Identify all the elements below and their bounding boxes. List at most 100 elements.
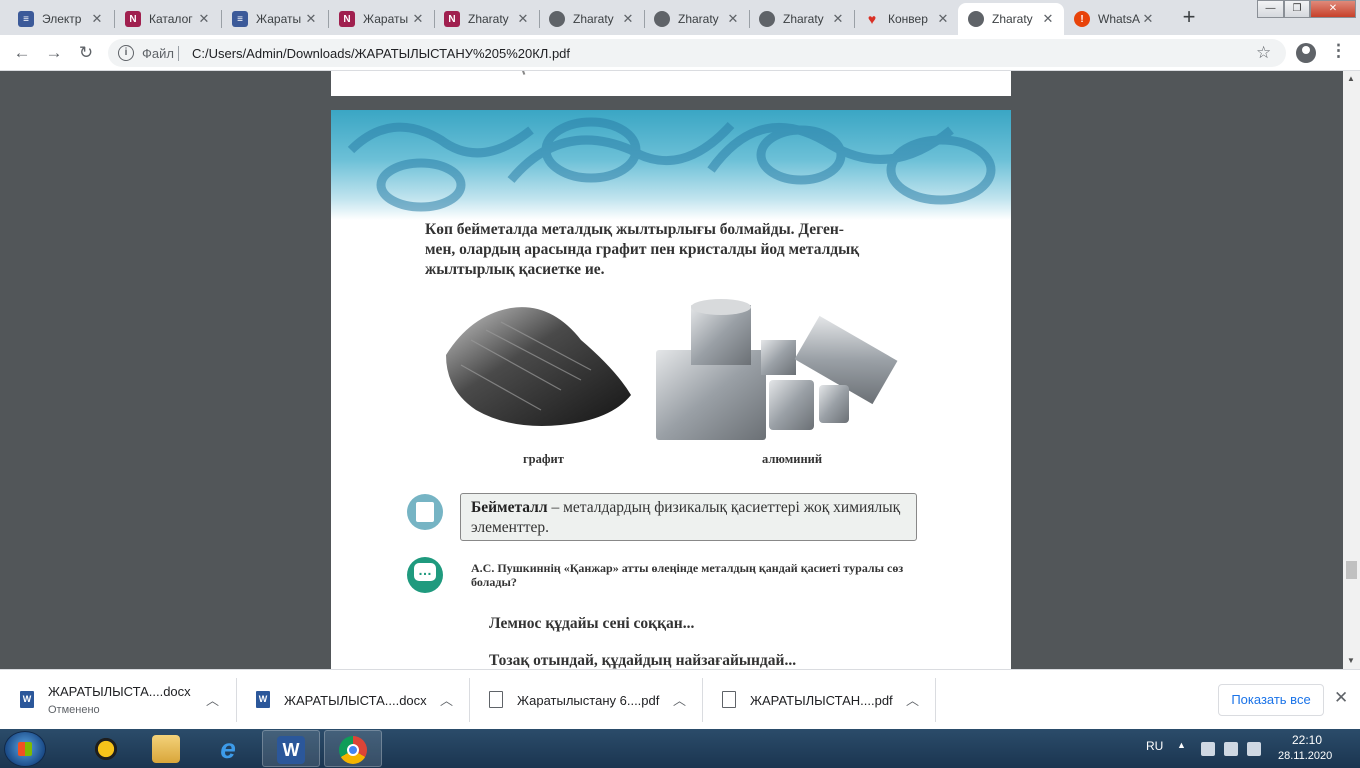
tab-title: Zharaty (678, 12, 719, 26)
chevron-up-icon[interactable]: ︿ (673, 690, 686, 709)
tab-5[interactable]: Zharaty ✕ (539, 3, 644, 35)
taskbar-app-word[interactable]: W (262, 730, 320, 767)
close-icon[interactable]: ✕ (1334, 688, 1348, 708)
page-banner-image (331, 110, 1011, 220)
profile-icon[interactable] (1296, 43, 1316, 63)
tab-4[interactable]: N Zharaty ✕ (434, 3, 539, 35)
clock-date[interactable]: 28.11.2020 (1278, 750, 1332, 762)
volume-icon[interactable] (1247, 742, 1261, 756)
tab-title: Жараты (256, 12, 302, 26)
chevron-up-icon[interactable]: ︿ (206, 690, 219, 709)
windows-taskbar: e W RU ▲ 22:10 28.11.2020 (0, 729, 1360, 768)
word-icon: W (277, 736, 305, 764)
scroll-up-icon[interactable]: ▲ (1347, 74, 1355, 83)
new-tab-button[interactable]: + (1176, 5, 1202, 31)
tab-title: Zharaty (468, 12, 509, 26)
vertical-scrollbar[interactable]: ▲ ▼ (1343, 71, 1360, 669)
close-icon[interactable]: ✕ (620, 11, 636, 27)
close-icon[interactable]: ✕ (89, 11, 105, 27)
browser-toolbar: ← → ↻ i Файл C:/Users/Admin/Downloads/ЖА… (0, 35, 1360, 71)
file-icon (489, 691, 503, 708)
tab-7[interactable]: Zharaty ✕ (749, 3, 854, 35)
tab-1[interactable]: N Каталог ✕ (115, 3, 220, 35)
address-bar[interactable]: i Файл C:/Users/Admin/Downloads/ЖАРАТЫЛЫ… (108, 39, 1286, 67)
menu-icon[interactable]: ⋮ (1330, 41, 1347, 61)
close-icon[interactable]: ✕ (196, 11, 212, 27)
chat-bubble-icon (407, 557, 443, 593)
minimize-button[interactable]: — (1257, 0, 1284, 18)
window-close-button[interactable]: ✕ (1310, 0, 1356, 18)
close-icon[interactable]: ✕ (303, 11, 319, 27)
file-icon (722, 691, 736, 708)
graphite-image (441, 300, 636, 435)
close-icon[interactable]: ✕ (515, 11, 531, 27)
network-icon[interactable] (1224, 742, 1238, 756)
alert-icon: ! (1074, 11, 1090, 27)
chevron-up-icon[interactable]: ︿ (440, 690, 453, 709)
tray-expand-icon[interactable]: ▲ (1177, 740, 1186, 750)
clock-time[interactable]: 22:10 (1292, 733, 1322, 747)
word-icon: W (20, 691, 34, 708)
tab-3[interactable]: N Жараты ✕ (329, 3, 434, 35)
tab-title: Жараты (363, 12, 409, 26)
taskbar-app-chrome[interactable] (324, 730, 382, 767)
url-text[interactable]: C:/Users/Admin/Downloads/ЖАРАТЫЛЫСТАНУ%2… (192, 46, 570, 61)
tab-9-active[interactable]: Zharaty ✕ (958, 3, 1064, 35)
tab-10[interactable]: ! WhatsA ✕ (1064, 3, 1164, 35)
taskbar-app[interactable]: e (200, 730, 258, 767)
library-icon: N (339, 11, 355, 27)
globe-icon (654, 11, 670, 27)
close-icon[interactable]: ✕ (1040, 11, 1056, 27)
book-icon: ≡ (18, 11, 34, 27)
maximize-button[interactable]: ❐ (1284, 0, 1310, 18)
forward-arrow-icon[interactable]: → (42, 41, 66, 65)
star-icon[interactable]: ☆ (1256, 43, 1271, 63)
taskbar-app[interactable] (78, 730, 136, 767)
tab-strip: ≡ Электр ✕ N Каталог ✕ ≡ Жараты ✕ N Жара… (0, 0, 1360, 35)
tab-0[interactable]: ≡ Электр ✕ (8, 3, 113, 35)
tab-2[interactable]: ≡ Жараты ✕ (222, 3, 327, 35)
globe-icon (759, 11, 775, 27)
globe-icon (968, 11, 984, 27)
scroll-thumb[interactable] (1346, 561, 1357, 579)
tab-title: Zharaty (992, 12, 1033, 26)
download-item[interactable]: W ЖАРАТЫЛЫСТА....docx Отменено ︿ (0, 670, 236, 730)
library-icon: N (444, 11, 460, 27)
tab-8[interactable]: ♥ Конвер ✕ (854, 3, 959, 35)
scroll-down-icon[interactable]: ▼ (1347, 656, 1355, 665)
body-paragraph: Көп бейметалда металдық жылтырлығы болма… (425, 220, 917, 280)
tab-title: WhatsA (1098, 12, 1140, 26)
close-icon[interactable]: ✕ (725, 11, 741, 27)
close-icon[interactable]: ✕ (935, 11, 951, 27)
tab-6[interactable]: Zharaty ✕ (644, 3, 749, 35)
notepad-icon (407, 494, 443, 530)
flag-icon[interactable] (1201, 742, 1215, 756)
reload-icon[interactable]: ↻ (74, 41, 98, 65)
tab-title: Zharaty (783, 12, 824, 26)
poem-line-1: Лемнос құдайы сені соққан... (489, 615, 695, 632)
paragraph-line: Көп бейметалда металдық жылтырлығы болма… (425, 221, 844, 238)
start-button[interactable] (4, 731, 46, 767)
show-all-button[interactable]: Показать все (1218, 684, 1324, 716)
tab-title: Конвер (888, 12, 928, 26)
poem-line-2: Тозақ отындай, құдайдың найзағайындай... (489, 652, 797, 669)
language-indicator[interactable]: RU (1146, 739, 1163, 753)
close-icon[interactable]: ✕ (830, 11, 846, 27)
library-icon: N (125, 11, 141, 27)
heart-icon: ♥ (867, 11, 877, 27)
download-item[interactable]: Жаратылыстану 6....pdf ︿ (469, 670, 702, 730)
back-arrow-icon[interactable]: ← (10, 41, 34, 65)
close-icon[interactable]: ✕ (410, 11, 426, 27)
info-icon[interactable]: i (118, 45, 134, 61)
download-item[interactable]: ЖАРАТЫЛЫСТАН....pdf ︿ (702, 670, 935, 730)
paragraph-line: жылтырлық қасиетке ие. (425, 261, 605, 278)
chevron-up-icon[interactable]: ︿ (906, 690, 919, 709)
definition-term: Бейметалл (471, 499, 548, 516)
pdf-viewer[interactable]: Көп бейметалда металдық жылтырлығы болма… (0, 71, 1343, 669)
tab-title: Zharaty (573, 12, 614, 26)
download-item[interactable]: W ЖАРАТЫЛЫСТА....docx ︿ (236, 670, 469, 730)
caption-aluminium: алюминий (762, 452, 823, 466)
download-filename: ЖАРАТЫЛЫСТАН....pdf (750, 693, 893, 708)
close-icon[interactable]: ✕ (1140, 11, 1156, 27)
taskbar-app[interactable] (138, 730, 196, 767)
